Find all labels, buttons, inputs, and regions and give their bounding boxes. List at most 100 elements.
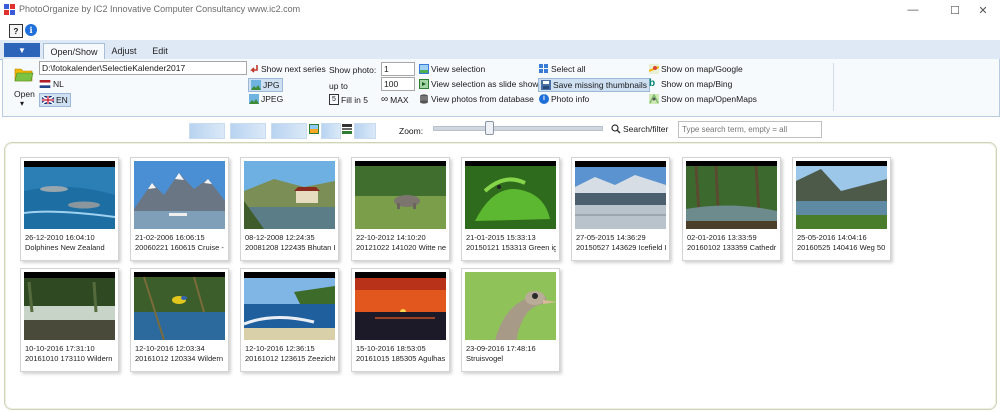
select-all-icon [539,64,548,73]
tab-open-show[interactable]: Open/Show [43,43,105,60]
photo-thumbnail[interactable]: 27-05-2015 14:36:29 20150527 143629 Icef… [571,157,670,261]
show-map-openmaps-button[interactable]: Show on map/OpenMaps [649,94,757,104]
search-filter-button[interactable]: Search/filter [611,124,668,134]
photo-ostrich [465,272,556,340]
language-nl-button[interactable]: NL [39,79,64,89]
photo-name: 20060221 160615 Cruise - [135,243,224,252]
photo-thumbnail[interactable]: 12-10-2016 12:36:15 20161012 123615 Zeez… [240,268,339,372]
photo-name: 20160102 133359 Cathedr [687,243,777,252]
photo-name: Struisvogel [466,354,504,363]
photo-sea-view [244,272,335,340]
view-size-medium-button[interactable] [230,123,266,139]
view-selection-button[interactable]: View selection [419,64,485,74]
help-icon[interactable]: ? [9,24,23,38]
up-to-label: up to [329,81,348,91]
photo-name: 20150121 153313 Green ig [466,243,556,252]
save-thumbnails-icon [541,80,551,90]
photo-name: 20121022 141020 Witte ne [356,243,446,252]
photo-date: 21-01-2015 15:33:13 [466,233,536,242]
language-en-button[interactable]: EN [39,93,71,107]
nl-flag-icon [39,80,51,88]
ribbon-tabstrip: ▼ Open/Show Adjust Edit [0,40,1000,60]
language-nl-label: NL [53,79,64,89]
show-map-google-label: Show on map/Google [661,64,743,74]
photo-rhino [355,161,446,229]
list-view-icon[interactable] [342,124,352,134]
show-map-bing-button[interactable]: b Show on map/Bing [649,79,733,90]
folder-path-field[interactable]: D:\fotokalender\SelectieKalender2017 [39,61,247,75]
photo-thumbnail[interactable]: 10-10-2016 17:31:10 20161010 173110 Wild… [20,268,119,372]
photo-thumbnail[interactable]: 25-05-2016 14:04:16 20160525 140416 Weg … [792,157,891,261]
photo-thumbnail[interactable]: 22-10-2012 14:10:20 20121022 141020 Witt… [351,157,450,261]
view-database-button[interactable]: View photos from database [419,94,534,104]
file-menu-button[interactable]: ▼ [4,43,40,57]
max-button[interactable]: ∞ MAX [381,94,409,105]
infinity-icon: ∞ [381,94,389,105]
tab-edit[interactable]: Edit [146,43,174,59]
select-all-button[interactable]: Select all [539,64,586,74]
jpg-button[interactable]: JPG [248,78,283,92]
zoom-label: Zoom: [399,126,424,136]
photo-cathedral [686,161,777,229]
photo-cruise-mountains [134,161,225,229]
open-dropdown-arrow[interactable]: ▾ [20,99,24,108]
database-icon [420,94,428,104]
view-size-detail-button[interactable] [354,123,376,139]
photo-date: 08-12-2008 12:24:35 [245,233,315,242]
window-title: PhotoOrganize by IC2 Innovative Computer… [19,4,301,14]
photo-info-button[interactable]: i Photo info [539,94,589,104]
ribbon-divider [833,63,834,111]
view-size-small-button[interactable] [189,123,225,139]
minimize-button[interactable]: — [896,0,930,20]
show-map-bing-label: Show on map/Bing [661,79,733,89]
photo-thumbnail[interactable]: 26-12-2010 16:04:10 Dolphines New Zealan… [20,157,119,261]
jpg-image-icon [251,80,261,90]
ribbon-panel: Open ▾ D:\fotokalender\SelectieKalender2… [2,59,1000,117]
fill-in-5-label: Fill in 5 [341,94,368,105]
jpg-label: JPG [263,80,280,90]
view-selection-label: View selection [431,64,486,74]
photo-thumbnail[interactable]: 23-09-2016 17:48:16 Struisvogel [461,268,560,372]
save-missing-thumbnails-button[interactable]: Save missing thumbnails [538,78,651,92]
tab-adjust[interactable]: Adjust [106,43,142,59]
photo-name: 20160525 140416 Weg 50 [797,243,886,252]
thumbnail-view-icon[interactable] [309,124,319,134]
jpeg-image-icon [249,94,259,104]
photo-thumbnail[interactable]: 21-01-2015 15:33:13 20150121 153313 Gree… [461,157,560,261]
photo-date: 27-05-2015 14:36:29 [576,233,646,242]
photo-gallery: 26-12-2010 16:04:10 Dolphines New Zealan… [4,142,997,410]
photo-name: 20150527 143629 Icefield I [576,243,666,252]
photo-thumbnail[interactable]: 15-10-2016 18:53:05 20161015 185305 Agul… [351,268,450,372]
fill-in-5-button[interactable]: 5 Fill in 5 [329,94,368,105]
zoom-slider-thumb[interactable] [485,121,494,135]
close-button[interactable]: ✕ [966,0,1000,20]
photo-name: 20081208 122435 Bhutan I [245,243,335,252]
max-label: MAX [390,94,409,105]
open-button[interactable]: Open ▾ [9,63,39,111]
jpeg-button[interactable]: JPEG [249,94,283,104]
zoom-slider-track[interactable] [433,126,603,131]
photo-wilderness-river [24,272,115,340]
search-input[interactable] [678,121,822,138]
show-photo-to-field[interactable]: 100 [381,77,415,91]
view-selection-icon [419,64,429,74]
show-map-openmaps-label: Show on map/OpenMaps [661,94,757,104]
photo-thumbnail[interactable]: 02-01-2016 13:33:59 20160102 133359 Cath… [682,157,781,261]
photo-date: 10-10-2016 17:31:10 [25,344,95,353]
photo-green-iguana [465,161,556,229]
view-size-large-button[interactable] [271,123,307,139]
photo-thumbnail[interactable]: 21-02-2006 16:06:15 20060221 160615 Crui… [130,157,229,261]
photo-thumbnail[interactable]: 12-10-2016 12:03:34 20161012 120334 Wild… [130,268,229,372]
show-photo-from-field[interactable]: 1 [381,62,415,76]
photo-thumbnail[interactable]: 08-12-2008 12:24:35 20081208 122435 Bhut… [240,157,339,261]
view-size-xl-button[interactable] [321,123,341,139]
view-slide-show-button[interactable]: View selection as slide show [419,79,539,89]
show-next-series-button[interactable]: Show next series [249,64,326,74]
info-icon[interactable]: i [25,24,37,36]
show-map-google-button[interactable]: Show on map/Google [649,64,743,74]
uk-flag-icon [42,96,54,104]
app-logo-icon [4,4,15,15]
photo-date: 23-09-2016 17:48:16 [466,344,536,353]
photo-date: 26-12-2010 16:04:10 [25,233,95,242]
photo-date: 12-10-2016 12:03:34 [135,344,205,353]
